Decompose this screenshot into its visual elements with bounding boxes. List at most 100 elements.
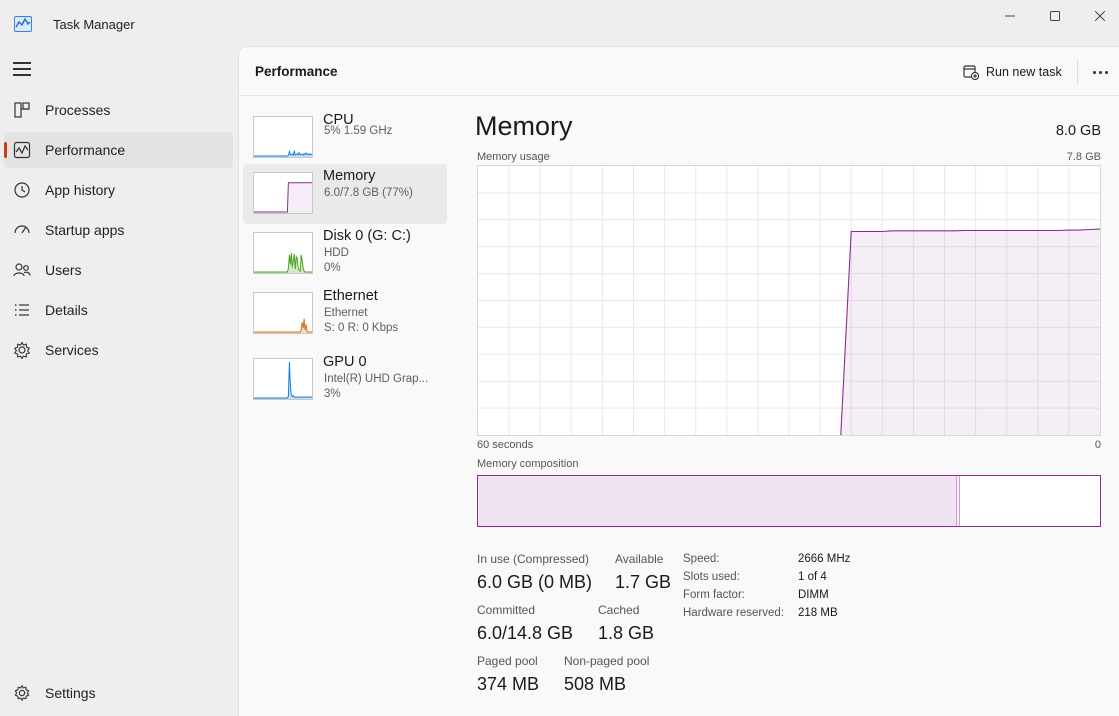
sidebar-item-services[interactable]: Services [4,332,233,368]
resource-item-cpu[interactable]: CPU 5% 1.59 GHz [243,108,447,168]
spec-speed-value: 2666 MHz [798,553,851,565]
window-title: Task Manager [53,17,135,32]
hamburger-menu-icon[interactable] [12,60,32,78]
resource-thumbnail-graph [253,292,313,334]
startup-apps-icon [14,225,30,234]
composition-in-use-segment [478,476,957,526]
sidebar-item-app-history[interactable]: App history [4,172,233,208]
maximize-icon [1050,11,1060,21]
gear-icon [14,684,30,702]
sidebar-item-label: Details [45,302,88,318]
memory-usage-area [840,229,1100,435]
spec-slots-key: Slots used: [683,571,740,583]
close-icon [1095,11,1105,21]
thumbnail-area [254,182,312,213]
spec-form-factor-key: Form factor: [683,589,745,601]
paged-pool-value: 374 MB [477,674,540,694]
spec-hardware-reserved-key: Hardware reserved: [683,607,784,619]
resource-subtitle: 6.0/7.8 GB (77%) [324,187,413,199]
spec-speed-key: Speed: [683,553,720,565]
memory-composition-bar [477,475,1101,527]
main-panel: Performance Run new task CPU 5% 1.59 GHz M… [238,46,1119,716]
memory-usage-max: 7.8 GB [1066,151,1101,163]
sidebar-item-label: Startup apps [45,222,125,238]
resource-detail: 3% [324,388,341,400]
minimize-button[interactable] [987,0,1033,32]
maximize-button[interactable] [1032,0,1078,32]
memory-composition-label: Memory composition [477,458,579,470]
run-new-task-label: Run new task [986,65,1062,79]
services-icon [13,341,31,359]
sidebar: Processes Performance App history Startu… [0,46,238,716]
spec-hardware-reserved-value: 218 MB [798,607,838,619]
thumbnail-line [254,252,312,273]
resource-thumbnail-graph [253,116,313,158]
sidebar-item-label: App history [45,182,116,198]
sidebar-item-settings[interactable]: Settings [4,675,233,711]
non-paged-pool-label: Non-paged pool [564,654,650,668]
resource-detail: 0% [324,262,341,274]
resource-subtitle: HDD [324,247,349,259]
sidebar-item-startup-apps[interactable]: Startup apps [4,212,233,248]
header-divider [1077,59,1078,85]
thumbnail-line [254,149,312,157]
processes-icon [14,102,30,118]
resource-subtitle: Intel(R) UHD Grap... [324,373,429,385]
thumbnail-area [254,361,312,399]
cached-label: Cached [598,603,640,617]
sidebar-item-label: Users [45,262,82,278]
more-options-icon[interactable] [1086,59,1114,85]
detail-title: Memory [475,111,573,141]
resource-name: GPU 0 [323,354,367,370]
resource-item-gpu[interactable]: GPU 0 Intel(R) UHD Grap... 3% [243,350,447,410]
close-button[interactable] [1077,0,1119,32]
page-header: Performance Run new task [239,47,1119,96]
resource-name: Ethernet [323,288,378,304]
sidebar-item-label: Performance [45,142,126,158]
run-new-task-button[interactable]: Run new task [957,59,1068,85]
committed-value: 6.0/14.8 GB [477,623,574,643]
memory-usage-label: Memory usage [477,151,550,163]
run-new-task-icon [963,65,979,80]
cached-value: 1.8 GB [598,623,655,643]
resource-thumbnail-graph [253,172,313,214]
task-manager-app-icon [14,16,32,32]
non-paged-pool-value: 508 MB [564,674,627,694]
resource-item-memory[interactable]: Memory 6.0/7.8 GB (77%) [243,164,447,224]
sidebar-item-users[interactable]: Users [4,252,233,288]
settings-label: Settings [45,685,96,701]
spec-form-factor-value: DIMM [798,589,829,601]
resource-item-disk[interactable]: Disk 0 (G: C:) HDD 0% [243,224,447,284]
resource-subtitle: 5% 1.59 GHz [324,125,393,137]
available-value: 1.7 GB [615,572,672,592]
sidebar-item-details[interactable]: Details [4,292,233,328]
available-label: Available [615,552,664,566]
sidebar-item-label: Services [45,342,99,358]
in-use-label: In use (Compressed) [477,552,590,566]
resource-name: Disk 0 (G: C:) [323,228,411,244]
paged-pool-label: Paged pool [477,654,538,668]
time-axis-left-label: 60 seconds [477,439,534,451]
resource-thumbnail-graph [253,232,313,274]
sidebar-item-processes[interactable]: Processes [4,92,233,128]
spec-slots-value: 1 of 4 [798,571,827,583]
committed-label: Committed [477,603,536,617]
performance-icon [13,141,31,159]
memory-usage-graph [478,166,1101,436]
app-history-icon [14,182,30,198]
memory-usage-chart [477,165,1101,436]
resource-thumbnail-graph [253,358,313,400]
title-bar: Task Manager [0,0,1119,46]
sidebar-item-label: Processes [45,102,111,118]
resource-name: Memory [323,168,376,184]
total-memory: 8.0 GB [1055,123,1101,139]
sidebar-item-performance[interactable]: Performance [4,132,233,168]
details-icon [15,304,29,316]
time-axis-right-label: 0 [1094,439,1101,451]
resource-item-ethernet[interactable]: Ethernet Ethernet S: 0 R: 0 Kbps [243,284,447,344]
resource-subtitle: Ethernet [324,307,368,319]
in-use-value: 6.0 GB (0 MB) [477,572,593,592]
thumbnail-line [254,361,312,399]
page-title: Performance [255,64,338,79]
users-icon [13,263,31,277]
